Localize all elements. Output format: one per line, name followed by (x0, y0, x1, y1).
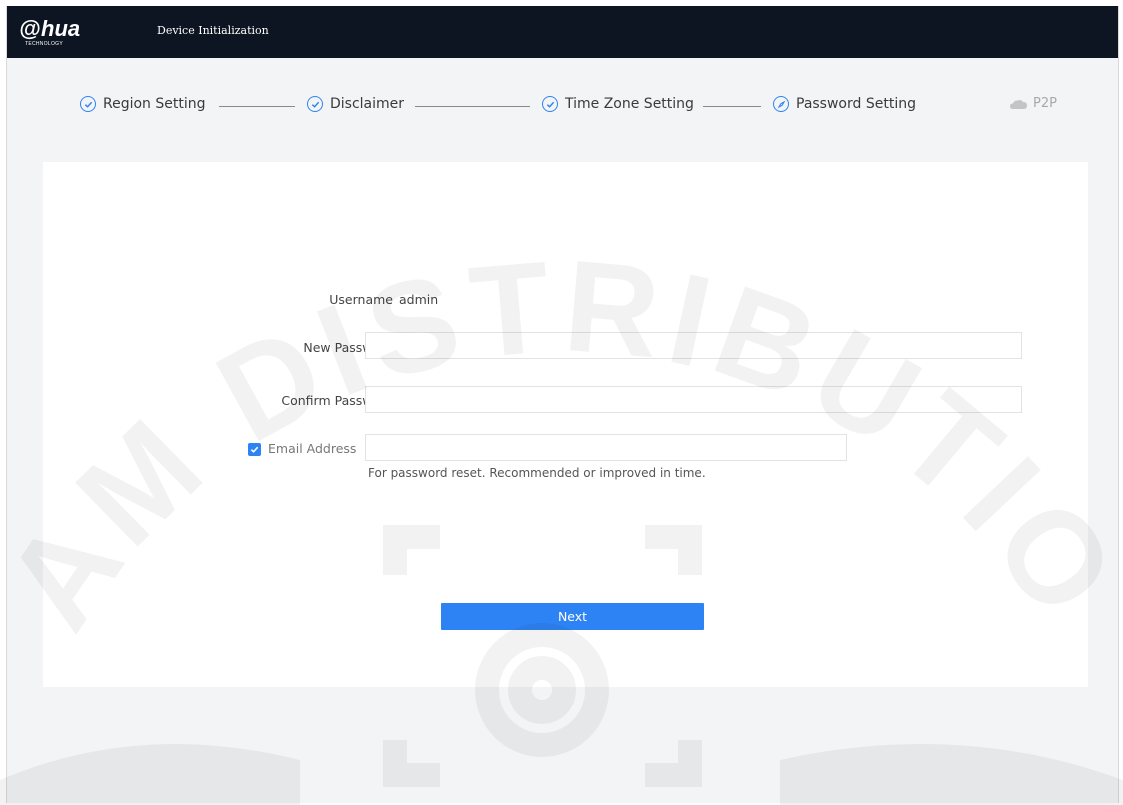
main-content: Region Setting Disclaimer Time Zone Sett… (7, 58, 1118, 803)
step-connector (219, 106, 295, 107)
confirm-password-input[interactable] (365, 386, 1022, 413)
svg-text:TECHNOLOGY: TECHNOLOGY (25, 41, 63, 47)
check-circle-icon (542, 96, 558, 112)
check-circle-icon (307, 96, 323, 112)
step-time-zone-setting[interactable]: Time Zone Setting (542, 96, 694, 112)
step-password-setting[interactable]: Password Setting (773, 96, 916, 112)
check-circle-icon (80, 96, 96, 112)
step-connector (415, 106, 530, 107)
password-form-panel: Username admin New Password Confirm Pass… (43, 162, 1088, 687)
email-address-label: Email Address (268, 441, 357, 456)
step-label: P2P (1033, 96, 1057, 111)
setup-stepper: Region Setting Disclaimer Time Zone Sett… (7, 58, 1118, 158)
svg-text:hua: hua (41, 16, 80, 41)
top-header: @ hua TECHNOLOGY Device Initialization (7, 6, 1118, 58)
email-address-input[interactable] (365, 434, 847, 461)
step-label: Password Setting (796, 96, 916, 112)
step-connector (703, 106, 761, 107)
cloud-icon (1010, 99, 1027, 109)
username-value: admin (399, 292, 439, 307)
step-label: Disclaimer (330, 96, 405, 112)
step-label: Region Setting (103, 96, 206, 112)
email-checkbox[interactable] (248, 443, 261, 456)
next-button[interactable]: Next (441, 603, 704, 630)
svg-text:@: @ (19, 16, 40, 41)
page-title: Device Initialization (157, 24, 269, 37)
dahua-logo: @ hua TECHNOLOGY (19, 16, 80, 47)
app-window: @ hua TECHNOLOGY Device Initialization R… (6, 6, 1119, 803)
compass-circle-icon (773, 96, 789, 112)
checkmark-icon (250, 446, 259, 453)
step-disclaimer[interactable]: Disclaimer (307, 96, 404, 112)
username-label: Username (329, 292, 393, 307)
step-region-setting[interactable]: Region Setting (80, 96, 206, 112)
new-password-input[interactable] (365, 332, 1022, 359)
email-hint: For password reset. Recommended or impro… (368, 466, 706, 480)
step-p2p[interactable]: P2P (1009, 96, 1057, 111)
step-label: Time Zone Setting (565, 96, 694, 112)
